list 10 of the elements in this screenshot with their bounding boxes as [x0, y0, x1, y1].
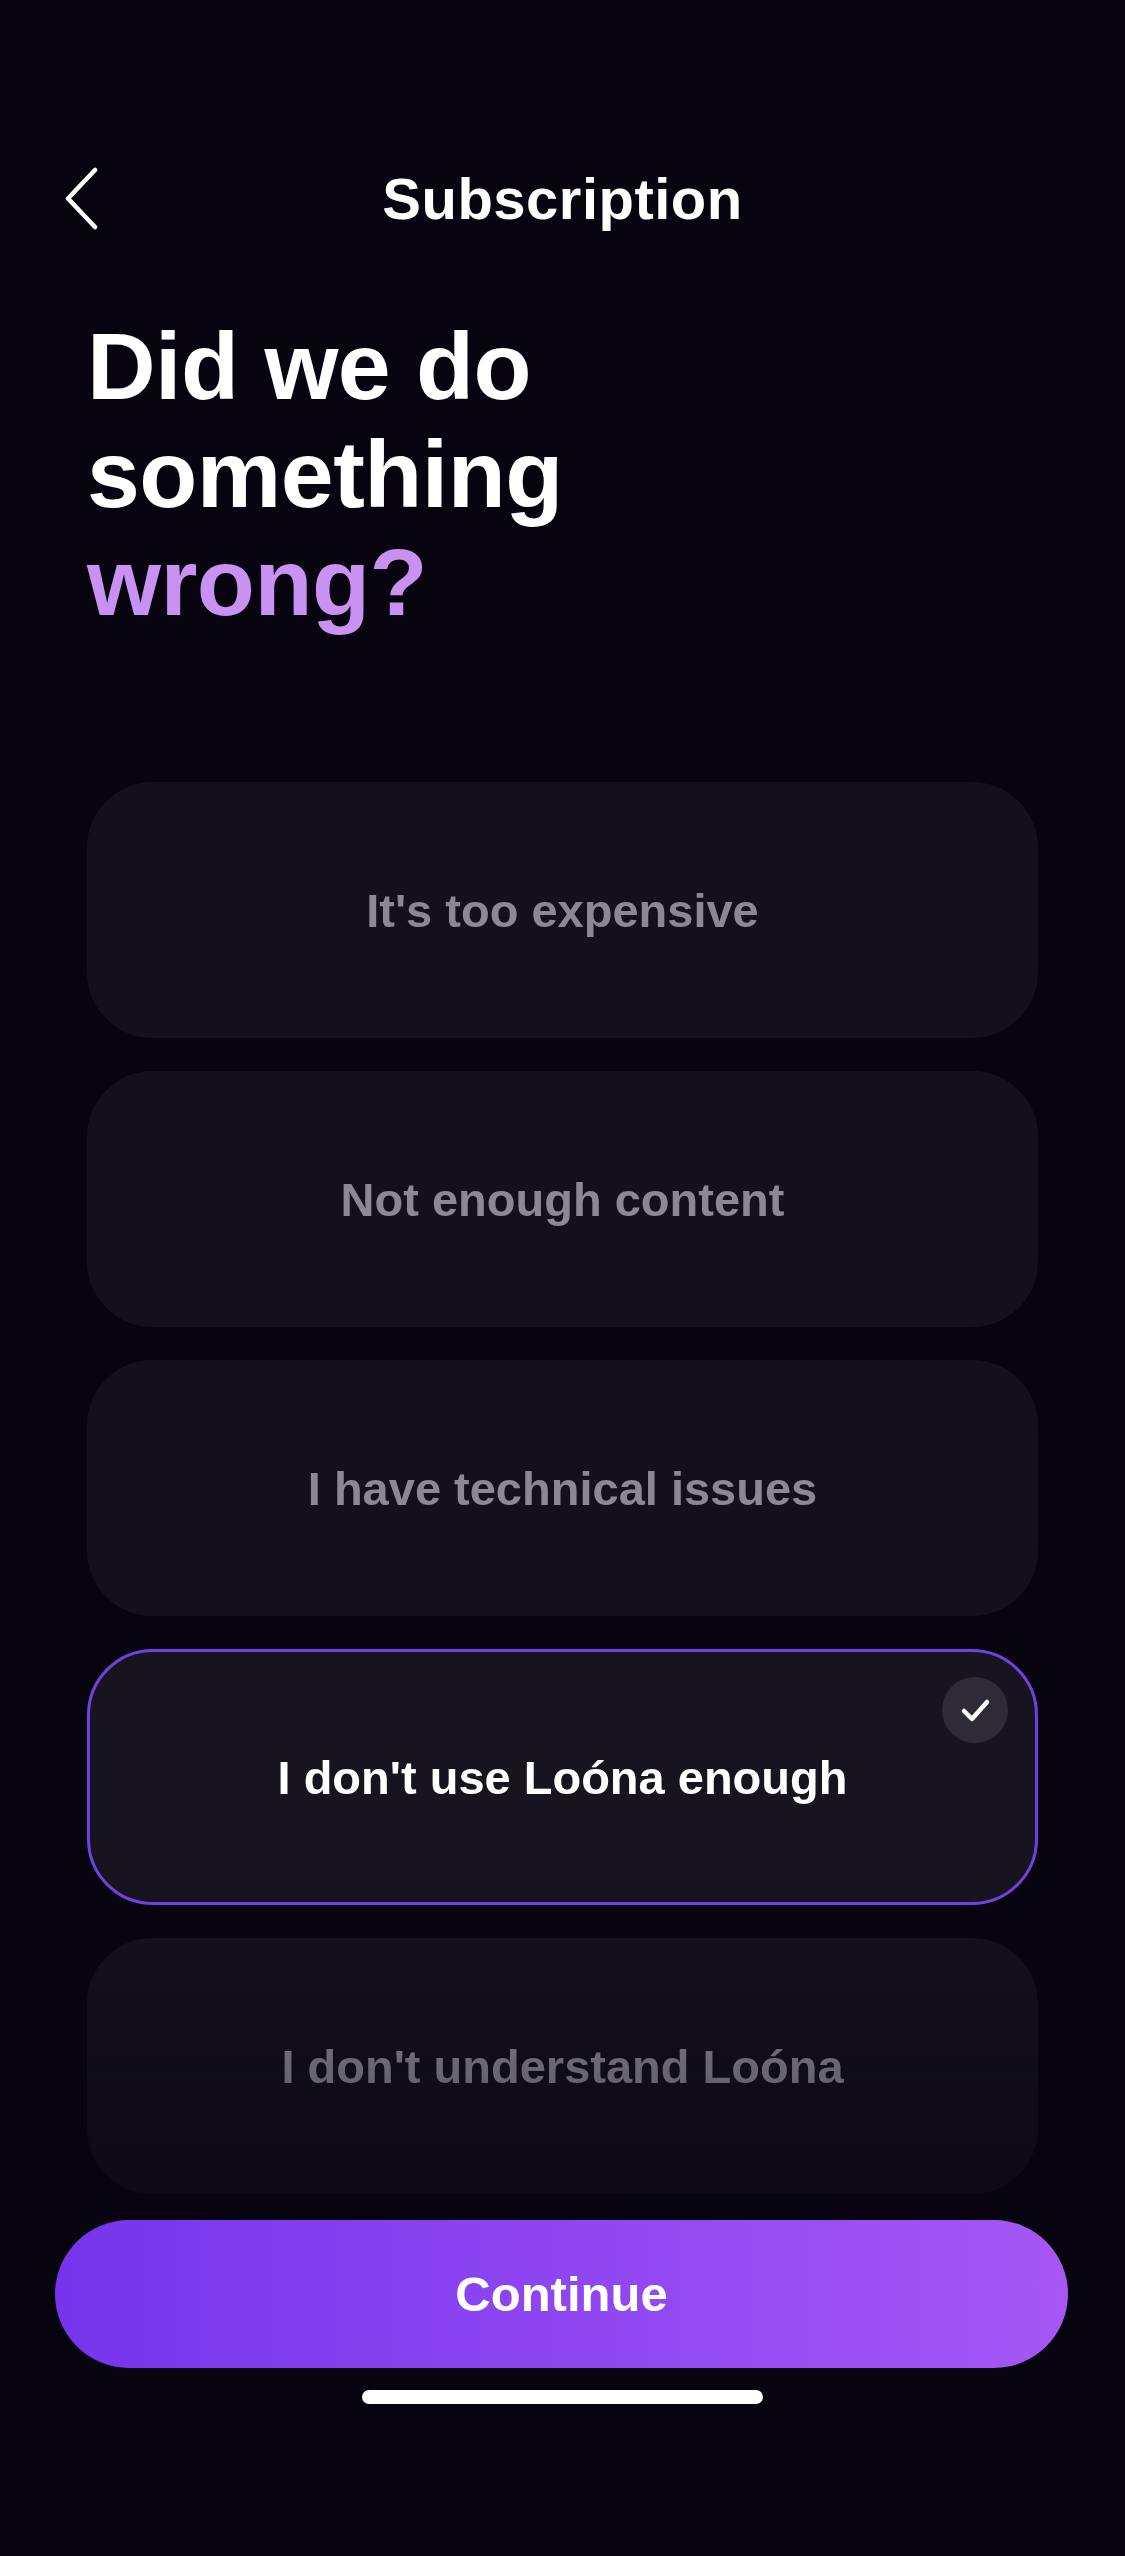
answer-option[interactable]: I don't use Loóna enough [87, 1649, 1038, 1905]
continue-button[interactable]: Continue [55, 2220, 1068, 2368]
checkmark-icon [942, 1677, 1008, 1743]
screen-title: Subscription [382, 164, 743, 232]
question-heading: Did we do something wrong? [87, 312, 564, 636]
back-chevron-icon [64, 166, 98, 230]
answer-option[interactable]: I have technical issues [87, 1360, 1038, 1616]
answer-option[interactable]: It's too expensive [87, 782, 1038, 1038]
answer-option[interactable]: I don't understand Loóna [87, 1938, 1038, 2194]
answer-option[interactable]: Not enough content [87, 1071, 1038, 1327]
